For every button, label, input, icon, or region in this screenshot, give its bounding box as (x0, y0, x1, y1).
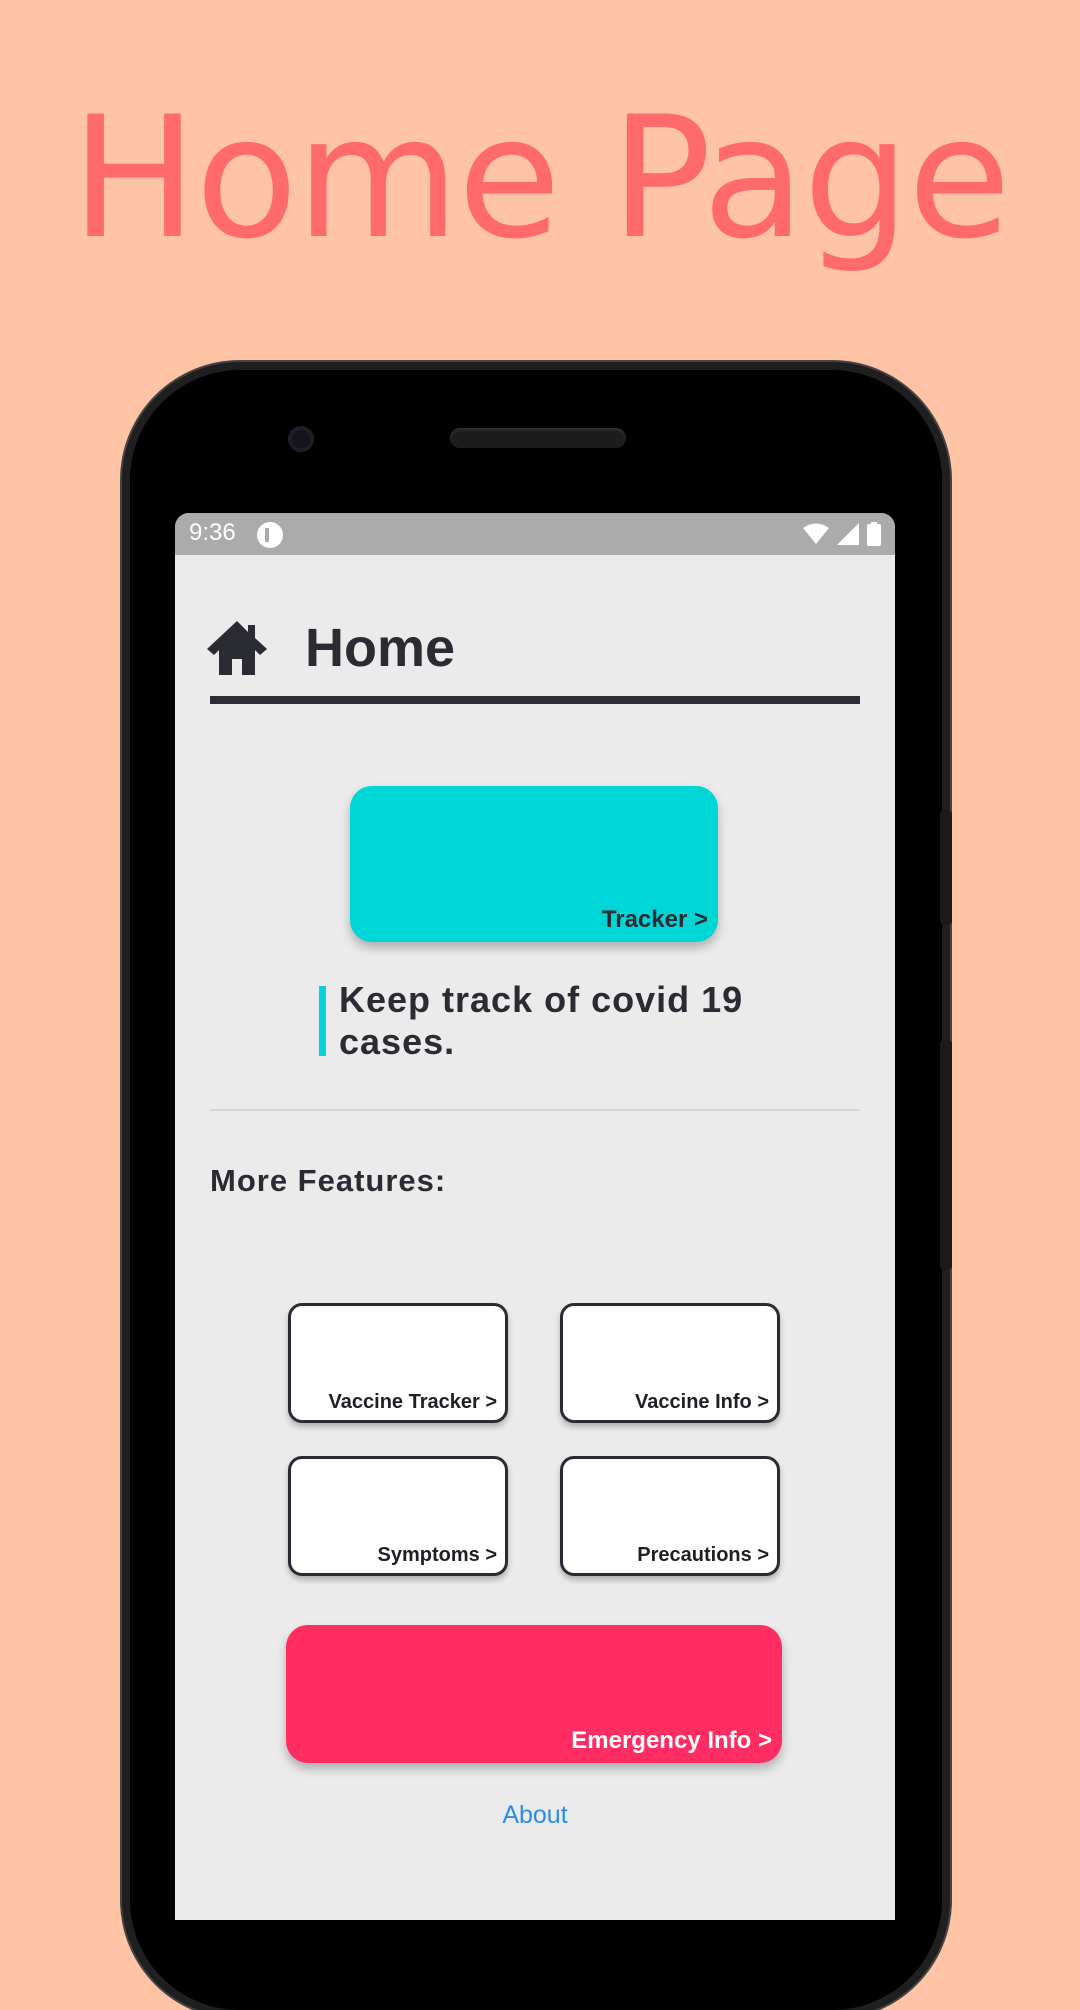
tracker-button-label: Tracker > (601, 906, 708, 933)
phone-volume-button (940, 810, 952, 925)
wifi-icon (803, 523, 829, 544)
emergency-info-label: Emergency Info > (571, 1727, 772, 1754)
status-time: 9:36 (189, 519, 236, 546)
app-screen: 9:36 Home Tracker > Keep track of covid … (175, 513, 895, 1920)
tagline-text: Keep track of covid 19 cases. (339, 979, 744, 1062)
tagline-accent-bar (319, 986, 326, 1056)
status-icons (803, 522, 881, 546)
vaccine-tracker-button[interactable]: Vaccine Tracker > (288, 1303, 508, 1423)
about-link[interactable]: About (175, 1801, 895, 1830)
section-divider (210, 1109, 860, 1111)
battery-icon (867, 522, 881, 546)
symptoms-button[interactable]: Symptoms > (288, 1456, 508, 1576)
status-bar: 9:36 (175, 513, 895, 555)
home-icon (207, 621, 267, 675)
vaccine-info-button[interactable]: Vaccine Info > (560, 1303, 780, 1423)
phone-power-button (940, 1040, 952, 1270)
header-divider (210, 696, 860, 704)
phone-camera (288, 426, 314, 452)
tracker-button[interactable]: Tracker > (350, 786, 718, 942)
page-title: Home (305, 618, 456, 678)
app-notification-icon (257, 522, 283, 548)
vaccine-tracker-label: Vaccine Tracker > (328, 1391, 497, 1413)
page-headline: Home Page (70, 80, 1011, 276)
precautions-label: Precautions > (637, 1544, 769, 1566)
symptoms-label: Symptoms > (377, 1544, 497, 1566)
signal-icon (837, 523, 859, 545)
emergency-info-button[interactable]: Emergency Info > (286, 1625, 782, 1763)
vaccine-info-label: Vaccine Info > (635, 1391, 769, 1413)
precautions-button[interactable]: Precautions > (560, 1456, 780, 1576)
phone-speaker (450, 428, 626, 448)
section-title: More Features: (210, 1163, 447, 1198)
app-header: Home (205, 613, 455, 683)
